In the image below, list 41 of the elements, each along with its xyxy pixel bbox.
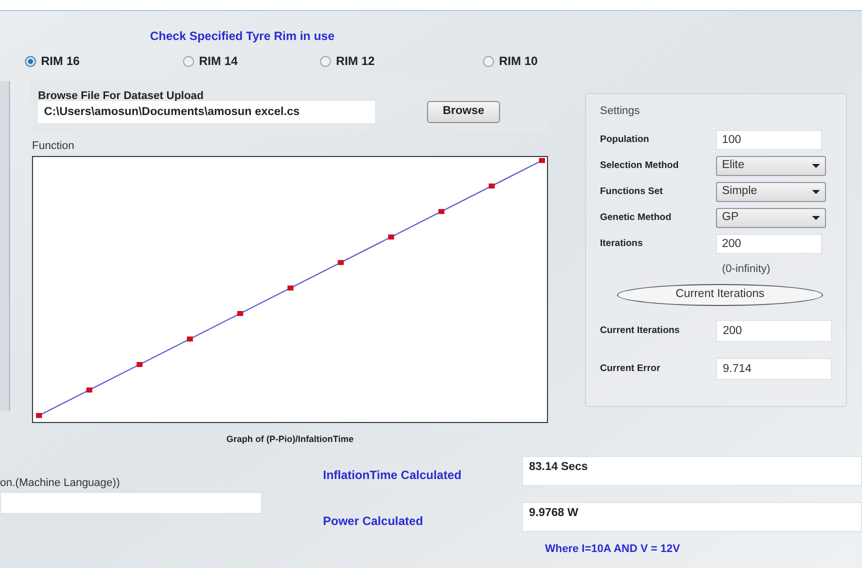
machine-language-field[interactable]	[0, 492, 262, 514]
setting-label: Iterations	[600, 236, 644, 251]
formula-note: Where I=10A AND V = 12V	[545, 543, 680, 555]
setting-label: Functions Set	[600, 184, 664, 199]
group-label: on.(Machine Language))	[0, 477, 120, 489]
radio-label[interactable]: RIM 10	[499, 52, 538, 70]
output-label: Power Calculated	[323, 513, 424, 530]
radio-button[interactable]	[183, 56, 194, 66]
chart-caption: Graph of (P-Pio)/InfaltionTime	[226, 434, 354, 444]
range-note: (0-infinity)	[722, 263, 770, 275]
radio-button[interactable]	[320, 56, 331, 66]
dropdown[interactable]: Elite	[716, 156, 826, 176]
browse-button[interactable]: Browse	[427, 101, 500, 123]
setting-label: Genetic Method	[600, 210, 672, 225]
caret-icon	[812, 164, 820, 168]
setting-label: Population	[600, 132, 650, 147]
dropdown[interactable]: GP	[716, 208, 826, 228]
radio-label[interactable]: RIM 16	[41, 52, 80, 70]
file-path-field[interactable]: C:\Users\amosun\Documents\amosun excel.cs	[38, 101, 375, 123]
dropdown[interactable]: Simple	[716, 182, 826, 202]
section-title: Check Specified Tyre Rim in use	[150, 29, 335, 43]
result-label: Current Error	[600, 362, 662, 376]
radio-button[interactable]	[25, 56, 36, 66]
output-field[interactable]: 83.14 Secs	[522, 456, 862, 486]
group-label: Browse File For Dataset Upload	[38, 90, 204, 102]
group-label: Function	[32, 139, 76, 153]
radio-label[interactable]: RIM 12	[336, 52, 375, 70]
result-field[interactable]: 200	[716, 320, 832, 342]
result-field[interactable]: 9.714	[716, 358, 832, 380]
caret-icon	[812, 216, 820, 220]
output-field[interactable]: 9.9768 W	[522, 502, 862, 532]
radio-label[interactable]: RIM 14	[199, 52, 238, 70]
setting-label: Selection Method	[600, 158, 680, 173]
radio-button[interactable]	[483, 56, 494, 66]
input-field[interactable]: 100	[716, 130, 822, 150]
result-label: Current Iterations	[600, 324, 681, 338]
caret-icon	[812, 190, 820, 194]
current-iterations-button[interactable]: Current Iterations	[617, 284, 823, 306]
input-field[interactable]: 200	[716, 234, 822, 254]
output-label: InflationTime Calculated	[323, 467, 462, 484]
group-label: Settings	[600, 105, 640, 117]
